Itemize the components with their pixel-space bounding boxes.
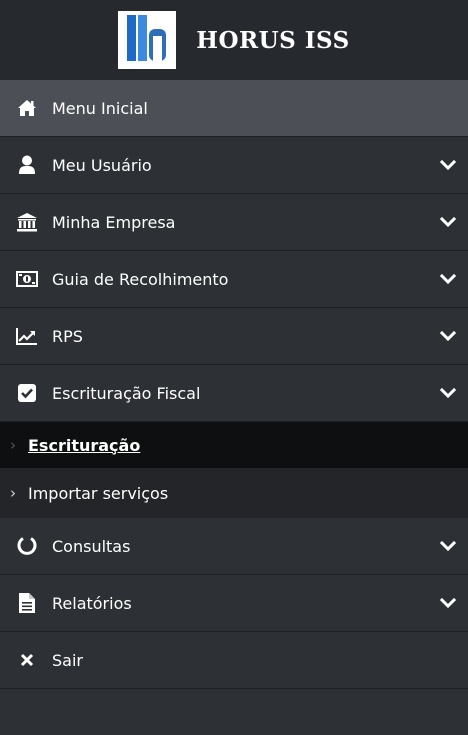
file-icon [16,592,38,614]
menu-item-rps[interactable]: RPS [0,308,468,365]
submenu-item-label: Escrituração [28,435,141,455]
menu-item-sair[interactable]: Sair [0,632,468,689]
menu-item-escrituracao-fiscal[interactable]: Escrituração Fiscal [0,365,468,422]
circle-notch-icon [16,535,38,557]
home-icon [16,97,38,119]
menu-item-label: Sair [52,650,83,670]
menu-item-label: Meu Usuário [52,155,152,175]
close-icon [16,649,38,671]
chevron-down-icon[interactable] [440,595,456,611]
chevron-down-icon[interactable] [440,385,456,401]
menu-item-meu-usuario[interactable]: Meu Usuário [0,137,468,194]
chart-line-icon [16,325,38,347]
menu-item-label: RPS [52,326,83,346]
menu-item-minha-empresa[interactable]: Minha Empresa [0,194,468,251]
menu-item-guia-de-recolhimento[interactable]: Guia de Recolhimento [0,251,468,308]
brand-title: HORUS ISS [196,26,350,54]
chevron-down-icon[interactable] [440,157,456,173]
chevron-down-icon[interactable] [440,328,456,344]
chevron-down-icon[interactable] [440,538,456,554]
submenu-item-escrituracao[interactable]: › Escrituração [0,422,468,468]
horus-logo-icon [118,11,177,69]
sidebar-header: HORUS ISS [0,0,468,80]
chevron-right-icon: › [10,436,16,454]
chevron-down-icon[interactable] [440,271,456,287]
menu-item-label: Menu Inicial [52,98,148,118]
submenu-item-importar-servicos[interactable]: › Importar serviços [0,468,468,518]
menu-item-relatorios[interactable]: Relatórios [0,575,468,632]
chevron-down-icon[interactable] [440,214,456,230]
menu-item-label: Consultas [52,536,131,556]
menu-item-label: Guia de Recolhimento [52,269,229,289]
menu-item-label: Escrituração Fiscal [52,383,201,403]
menu-item-label: Relatórios [52,593,132,613]
money-icon [16,268,38,290]
menu-item-label: Minha Empresa [52,212,176,232]
checkbox-icon [16,382,38,404]
menu-item-consultas[interactable]: Consultas [0,518,468,575]
user-icon [16,154,38,176]
sidebar: HORUS ISS Menu Inicial Meu Usuário Minha… [0,0,468,735]
chevron-right-icon: › [10,484,16,502]
menu-item-menu-inicial[interactable]: Menu Inicial [0,80,468,137]
bank-icon [16,211,38,233]
submenu-item-label: Importar serviços [28,483,169,503]
